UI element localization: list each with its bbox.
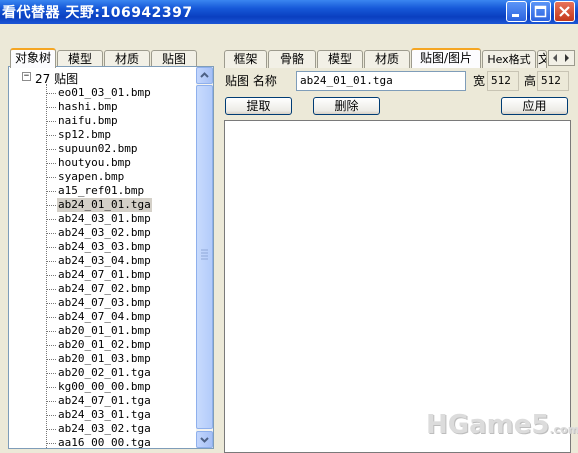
minimize-button[interactable] — [506, 1, 527, 22]
tree-item-label: eo01_03_01.bmp — [58, 86, 151, 99]
texture-preview — [224, 120, 571, 453]
tab-scroll-arrows[interactable] — [548, 50, 575, 66]
tree-connector — [47, 247, 56, 248]
tree-item-label: ab20_02_01.tga — [58, 366, 151, 379]
height-label: 高 — [524, 74, 537, 88]
apply-button[interactable]: 应用 — [501, 97, 568, 115]
texture-name-label: 贴图 名称 — [225, 74, 277, 88]
chevron-up-icon — [200, 72, 209, 78]
tree-connector — [46, 84, 47, 448]
tree-connector — [47, 345, 56, 346]
delete-button[interactable]: 删除 — [313, 97, 380, 115]
tree-connector — [47, 415, 56, 416]
extract-button[interactable]: 提取 — [225, 97, 292, 115]
tree-connector — [47, 205, 56, 206]
close-button[interactable] — [554, 1, 575, 22]
height-field[interactable]: 512 — [537, 71, 569, 91]
tree-connector — [47, 359, 56, 360]
tree-connector — [47, 289, 56, 290]
tree-item-label: ab24_03_02.tga — [58, 422, 151, 435]
tree-item-label: syapen.bmp — [58, 170, 125, 183]
tree-root-label[interactable]: 27 贴图 — [35, 70, 78, 87]
tree-item-label: supuun02.bmp — [58, 142, 138, 155]
tree-item-label: ab24_07_01.bmp — [58, 268, 151, 281]
tree-connector — [47, 373, 56, 374]
tree-item-label: ab20_01_02.bmp — [58, 338, 151, 351]
tree-item-label: ab20_01_03.bmp — [58, 352, 151, 365]
tab-object-tree[interactable]: 对象树 — [10, 48, 56, 68]
tree-item-label: ab24_03_03.bmp — [58, 240, 151, 253]
tab-model-right[interactable]: 模型 — [317, 50, 363, 68]
title-bar[interactable]: 看代替器 天野:106942397 — [0, 0, 578, 24]
tree-connector — [47, 401, 56, 402]
tree-connector — [47, 429, 56, 430]
tree-connector — [47, 177, 56, 178]
tree-item-label: ab24_07_03.bmp — [58, 296, 151, 309]
grip-icon — [201, 249, 208, 260]
tree-item-label: sp12.bmp — [58, 128, 111, 141]
tree-connector — [47, 219, 56, 220]
maximize-icon — [534, 5, 547, 18]
tree-item-label: ab24_01_01.tga — [57, 198, 152, 212]
object-tree[interactable]: − 27 贴图 eo01_03_01.bmp hashi.bmp naifu.bmp… — [8, 66, 214, 449]
tree-item-label: hashi.bmp — [58, 100, 118, 113]
tab-hex-format[interactable]: Hex格式 — [482, 50, 536, 68]
tree-item-label: ab24_03_01.tga — [58, 408, 151, 421]
tree-connector — [47, 135, 56, 136]
tree-item-label: ab24_07_02.bmp — [58, 282, 151, 295]
tree-connector — [47, 303, 56, 304]
width-field[interactable]: 512 — [487, 71, 519, 91]
tree-connector — [47, 261, 56, 262]
tree-item-label: ab24_03_02.bmp — [58, 226, 151, 239]
tree-connector — [47, 443, 56, 444]
tree-connector — [47, 107, 56, 108]
tree-connector — [47, 233, 56, 234]
collapse-icon[interactable]: − — [22, 72, 31, 81]
width-label: 宽 — [473, 74, 486, 88]
tree-connector — [47, 121, 56, 122]
tree-item-label: aa16_00_00.tga — [58, 436, 151, 449]
scroll-down-button[interactable] — [196, 431, 213, 448]
tree-item-label: houtyou.bmp — [58, 156, 131, 169]
tab-skeleton[interactable]: 骨骼 — [268, 50, 316, 68]
tree-item-label: naifu.bmp — [58, 114, 118, 127]
tab-scroll-icon — [553, 54, 569, 62]
watermark-logo: HGame5.com — [426, 410, 578, 440]
maximize-button[interactable] — [530, 1, 551, 22]
minimize-icon — [512, 14, 519, 17]
tab-frame[interactable]: 框架 — [224, 50, 267, 68]
tab-material-right[interactable]: 材质 — [364, 50, 410, 68]
tree-item-label: ab24_03_04.bmp — [58, 254, 151, 267]
tree-connector — [47, 163, 56, 164]
tree-item-label: ab24_03_01.bmp — [58, 212, 151, 225]
texture-name-input[interactable]: ab24_01_01.tga — [296, 71, 466, 91]
scroll-thumb[interactable] — [196, 85, 213, 429]
scroll-up-button[interactable] — [196, 67, 213, 84]
tree-connector — [47, 93, 56, 94]
tree-connector — [47, 331, 56, 332]
tree-connector — [47, 275, 56, 276]
tab-texture-image[interactable]: 贴图/图片 — [411, 48, 481, 68]
chevron-down-icon — [200, 437, 209, 443]
tree-item-label: a15_ref01.bmp — [58, 184, 145, 197]
tree-scrollbar[interactable] — [196, 67, 213, 448]
tree-item-label: kg00_00_00.bmp — [58, 380, 151, 393]
tree-item-label: ab24_07_04.bmp — [58, 310, 151, 323]
tree-connector — [47, 191, 56, 192]
window-title: 看代替器 天野:106942397 — [2, 5, 193, 21]
tree-connector — [47, 317, 56, 318]
tree-item-label: ab20_01_01.bmp — [58, 324, 151, 337]
tree-connector — [47, 149, 56, 150]
close-icon — [559, 6, 570, 17]
tree-item-label: ab24_07_01.tga — [58, 394, 151, 407]
tree-connector — [47, 387, 56, 388]
tab-text[interactable]: 文 — [537, 50, 547, 68]
